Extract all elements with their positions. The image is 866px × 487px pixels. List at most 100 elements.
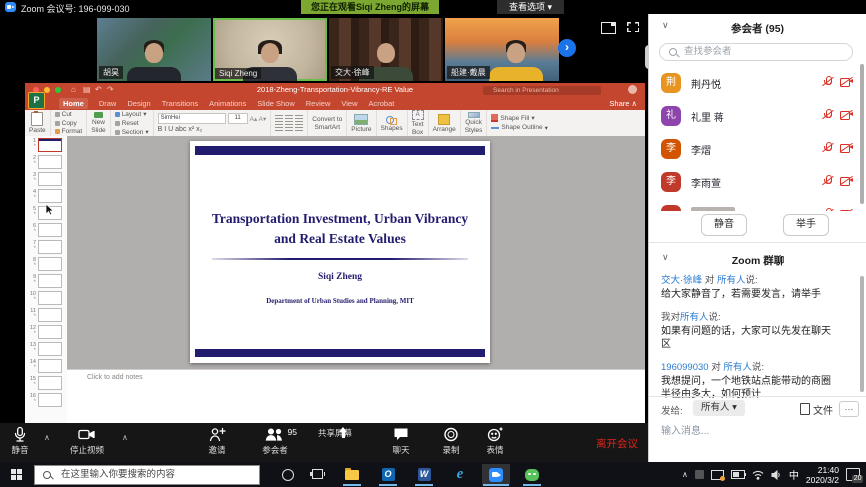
leave-meeting-button[interactable]: 离开会议	[596, 436, 638, 451]
send-file-button[interactable]: 文件	[800, 402, 833, 417]
raise-hand-button[interactable]: 举手	[783, 214, 829, 236]
display-notification-icon[interactable]	[711, 470, 724, 480]
ppt-tab-transitions[interactable]: Transitions	[162, 99, 198, 108]
wifi-icon[interactable]	[752, 470, 764, 480]
indent-icon[interactable]	[295, 115, 303, 122]
copy-button[interactable]: Copy	[55, 120, 83, 127]
ppt-tab-home[interactable]: Home	[59, 98, 88, 109]
reset-button[interactable]: Reset	[115, 120, 149, 127]
video-thumbnail[interactable]: 胡昊	[97, 18, 211, 81]
slide-thumbnail[interactable]	[38, 189, 62, 203]
slide-thumbnail[interactable]	[38, 359, 62, 373]
slide-thumbnail[interactable]	[38, 138, 62, 152]
participant-row[interactable]: 李李雨萱	[649, 165, 866, 198]
font-format-buttons[interactable]: B I U abc x² x₂	[158, 126, 267, 133]
quick-styles-button[interactable]: Quick Styles	[461, 110, 488, 136]
align-left-icon[interactable]	[275, 124, 283, 131]
participant-row[interactable]: 李李熠	[649, 132, 866, 165]
convert-smartart-button[interactable]: Convert to SmartArt	[308, 110, 347, 136]
hidden-icons-chevron[interactable]: ∧	[682, 470, 688, 479]
ppt-share-button[interactable]: Share ∧	[609, 99, 637, 108]
mute-options-chevron[interactable]: ∧	[44, 433, 50, 442]
cortana-button[interactable]	[282, 469, 294, 481]
start-button[interactable]	[11, 469, 22, 480]
ppt-tab-acrobat[interactable]: Acrobat	[368, 99, 394, 108]
action-center-icon[interactable]: 20	[846, 468, 860, 481]
outlook-taskbar-icon[interactable]: O	[374, 464, 402, 485]
taskbar-clock[interactable]: 21:40 2020/3/2	[806, 465, 839, 485]
wechat-taskbar-icon[interactable]	[518, 464, 546, 485]
slide-thumbnail-row[interactable]: 2*	[25, 153, 67, 170]
ppt-tab-review[interactable]: Review	[306, 99, 331, 108]
font-name-select[interactable]: SimHei	[158, 113, 226, 124]
stop-video-button[interactable]: 停止视频	[55, 426, 119, 456]
participant-row[interactable]: 礼礼里 蒋	[649, 99, 866, 132]
numbering-icon[interactable]	[285, 115, 293, 122]
align-center-icon[interactable]	[285, 124, 293, 131]
slide-thumbnail[interactable]	[38, 308, 62, 322]
fullscreen-icon[interactable]	[627, 22, 639, 32]
participant-search-input[interactable]: 查找参会者	[659, 43, 853, 61]
slide-thumbnail[interactable]	[38, 342, 62, 356]
word-taskbar-icon[interactable]: W	[410, 464, 438, 485]
text-box-button[interactable]: A Text Box	[408, 110, 429, 136]
participants-button[interactable]: 95 参会者	[243, 426, 307, 456]
shape-fill-button[interactable]: Shape Fill ▾	[491, 114, 547, 122]
ppt-tab-draw[interactable]: Draw	[99, 99, 117, 108]
speaker-icon[interactable]	[771, 470, 782, 480]
ime-indicator[interactable]: 中	[789, 467, 799, 482]
slide-thumbnail-row[interactable]: 13*	[25, 340, 67, 357]
slide-thumbnail-row[interactable]: 15*	[25, 374, 67, 391]
participant-row[interactable]: 荆荆丹悦	[649, 66, 866, 99]
video-thumbnail-active-speaker[interactable]: Siqi Zheng	[213, 18, 327, 81]
slide-thumbnail[interactable]	[38, 240, 62, 254]
slide-thumbnail-row[interactable]: 12*	[25, 323, 67, 340]
ppt-tab-design[interactable]: Design	[127, 99, 150, 108]
chat-scrollbar[interactable]	[860, 276, 864, 392]
layout-button[interactable]: Layout ▾	[115, 110, 149, 118]
cut-button[interactable]: Cut	[55, 111, 83, 118]
align-right-icon[interactable]	[295, 124, 303, 131]
section-button[interactable]: Section ▾	[115, 128, 149, 136]
slide-thumbnail-row[interactable]: 14*	[25, 357, 67, 374]
slide-thumbnail[interactable]	[38, 393, 62, 407]
reactions-button[interactable]: 表情	[463, 426, 527, 456]
slide-thumbnail-row[interactable]: 9*	[25, 272, 67, 289]
shape-outline-button[interactable]: Shape Outline ▾	[491, 124, 547, 132]
title-slide[interactable]: Transportation Investment, Urban Vibranc…	[190, 141, 490, 363]
slide-thumbnail-row[interactable]: 10*	[25, 289, 67, 306]
next-videos-arrow-button[interactable]: ›	[558, 39, 576, 57]
slide-thumbnail[interactable]	[38, 325, 62, 339]
slide-thumbnail[interactable]	[38, 172, 62, 186]
zoom-taskbar-icon[interactable]	[482, 464, 510, 485]
slide-thumbnail[interactable]	[38, 274, 62, 288]
slide-thumbnail-row[interactable]: 11*	[25, 306, 67, 323]
edge-taskbar-icon[interactable]: e	[446, 464, 474, 485]
ppt-search-input[interactable]: Search in Presentation	[483, 86, 601, 95]
participant-row-partial[interactable]	[649, 198, 866, 211]
mute-me-button[interactable]: 静音	[701, 214, 747, 236]
feedback-icon[interactable]	[628, 85, 637, 94]
picture-button[interactable]: Picture	[347, 110, 376, 136]
slide-thumbnail-row[interactable]: 3*	[25, 170, 67, 187]
invite-button[interactable]: 邀请	[185, 426, 249, 456]
ppt-tab-animations[interactable]: Animations	[209, 99, 246, 108]
chat-message-input[interactable]: 输入消息...	[661, 422, 709, 437]
paste-button[interactable]: Paste	[25, 110, 51, 136]
share-screen-button[interactable]: 共享屏幕	[303, 426, 367, 439]
slide-thumbnail[interactable]	[38, 291, 62, 305]
video-options-chevron[interactable]: ∧	[122, 433, 128, 442]
participants-scrollbar[interactable]	[860, 64, 864, 204]
slide-thumbnail[interactable]	[38, 376, 62, 390]
new-slide-button[interactable]: New Slide	[87, 110, 110, 136]
chat-more-button[interactable]: …	[839, 401, 859, 417]
arrange-button[interactable]: Arrange	[429, 110, 461, 136]
ppt-tab-view[interactable]: View	[341, 99, 357, 108]
slide-thumbnail-row[interactable]: 7*	[25, 238, 67, 255]
send-to-dropdown[interactable]: 所有人 ▾	[693, 400, 745, 416]
usb-tray-icon[interactable]	[695, 470, 704, 479]
file-explorer-taskbar-icon[interactable]	[338, 464, 366, 485]
slide-thumbnail[interactable]	[38, 257, 62, 271]
slide-thumbnail-row[interactable]: 1*	[25, 136, 67, 153]
shapes-button[interactable]: Shapes	[377, 110, 408, 136]
